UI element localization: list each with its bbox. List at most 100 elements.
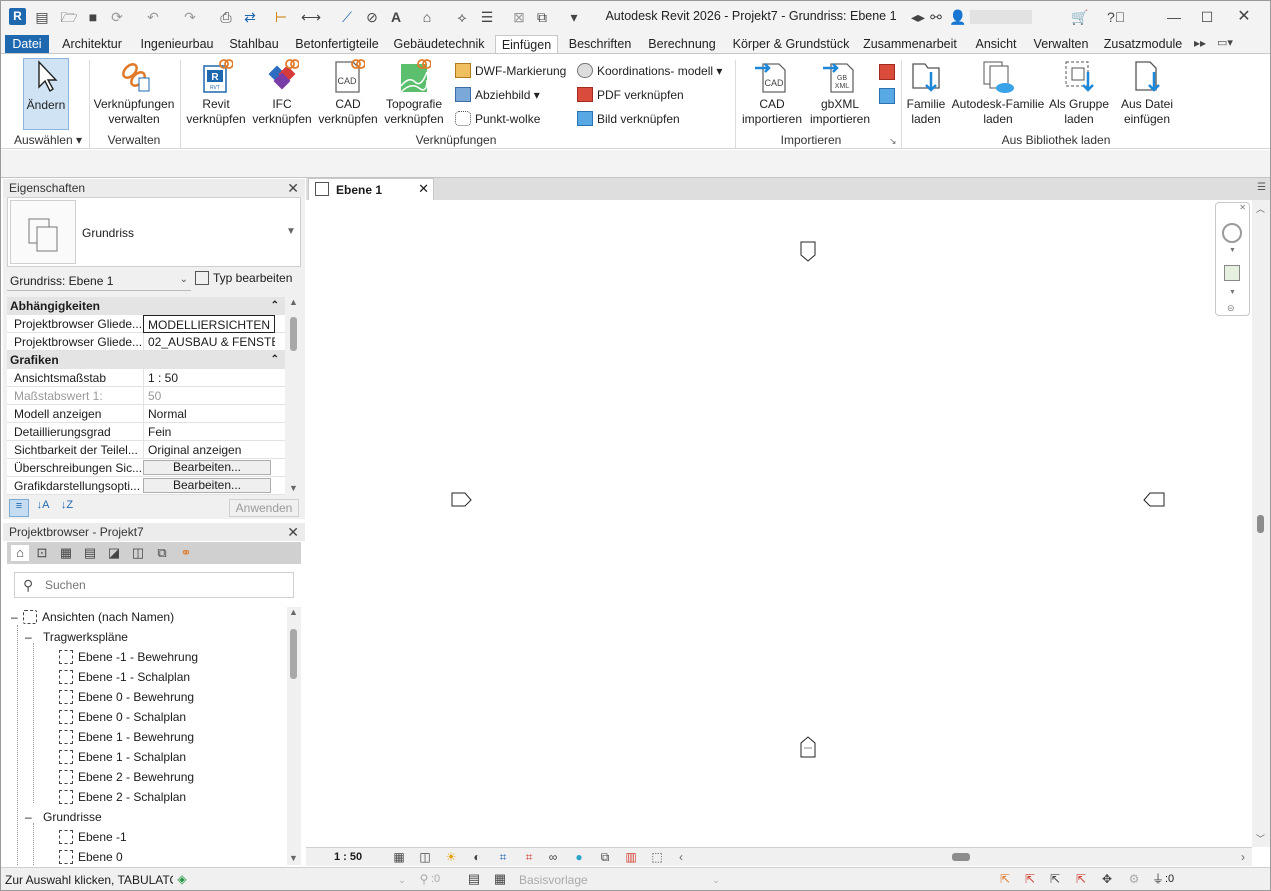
design-option-dropdown-icon[interactable]: ⌄ <box>707 872 725 888</box>
tab-beschriften[interactable]: Beschriften <box>566 35 634 54</box>
switch-windows-icon[interactable]: ⧉ <box>533 9 551 25</box>
scroll-down-icon[interactable]: ▼ <box>289 853 298 863</box>
browser-links-icon[interactable]: ⚭ <box>177 545 195 561</box>
scroll-up-icon[interactable]: ▲ <box>289 607 298 617</box>
tree-item[interactable]: Ebene 1 - Bewehrung <box>59 729 194 745</box>
measure-icon[interactable]: ⊢ <box>272 9 290 25</box>
tab-berechnung[interactable]: Berechnung <box>645 35 719 54</box>
transfer-icon[interactable]: ⇄ <box>241 9 259 25</box>
property-value[interactable]: MODELLIERSICHTEN <box>143 315 275 333</box>
tab-architektur[interactable]: Architektur <box>58 35 126 54</box>
import-gbxml-button[interactable]: GB XML gbXML importieren <box>807 58 873 127</box>
property-value[interactable]: Normal <box>143 405 275 423</box>
property-row[interactable]: Modell anzeigen Normal <box>7 405 285 423</box>
tab-gebaeudetechnik[interactable]: Gebäudetechnik <box>393 35 485 54</box>
property-row[interactable]: Detaillierungsgrad Fein <box>7 423 285 441</box>
edit-overrides-button[interactable]: Bearbeiten... <box>143 460 271 475</box>
view-tab-close-icon[interactable]: ✕ <box>418 181 429 197</box>
dropdown-arrow-icon[interactable]: ▼ <box>1229 247 1236 254</box>
modify-button[interactable]: Ändern <box>23 58 69 130</box>
drawing-canvas[interactable]: ✕ ▼ ▼ ⊝ <box>306 200 1252 847</box>
tree-item[interactable]: Ebene 2 - Bewehrung <box>59 769 194 785</box>
scroll-thumb[interactable] <box>1257 515 1264 533</box>
load-as-group-button[interactable]: Als Gruppe laden <box>1047 58 1111 127</box>
browser-families-icon[interactable]: ◫ <box>129 545 147 561</box>
property-row[interactable]: Projektbrowser Gliede... MODELLIERSICHTEN <box>7 315 285 333</box>
canvas-vertical-scrollbar[interactable]: ︿ ﹀ <box>1252 200 1270 847</box>
analytical-model-icon[interactable]: ⬚ <box>648 849 666 865</box>
import-image-icon[interactable] <box>879 88 895 104</box>
browser-legends-icon[interactable]: ▦ <box>57 545 75 561</box>
spot-icon[interactable]: ⊘ <box>363 9 381 25</box>
browser-search-box[interactable]: ⚲ <box>14 572 294 598</box>
collapse-icon[interactable]: ⌃ <box>271 297 279 315</box>
tree-item[interactable]: Ebene 2 - Schalplan <box>59 789 186 805</box>
tab-zusammenarbeit[interactable]: Zusammenarbeit <box>861 35 959 54</box>
section-graphics[interactable]: Grafiken ⌃ <box>7 351 285 369</box>
tree-item[interactable]: Ebene -1 - Bewehrung <box>59 649 198 665</box>
steering-wheel-icon[interactable] <box>1222 223 1242 243</box>
select-underlay-icon[interactable]: ⇱ <box>1021 871 1039 887</box>
tree-item[interactable]: Ebene 0 - Schalplan <box>59 709 186 725</box>
dwf-markup-button[interactable]: DWF-Markierung <box>455 63 566 79</box>
type-dropdown-icon[interactable]: ▼ <box>286 226 296 237</box>
link-revit-button[interactable]: R RVT Revit verknüpfen <box>185 58 247 127</box>
temp-hide-icon[interactable]: ∞ <box>544 849 562 865</box>
load-autodesk-family-button[interactable]: Autodesk-Familie laden <box>949 58 1047 127</box>
home-revit-icon[interactable]: ▤ <box>33 9 51 25</box>
browser-views-icon[interactable]: ⊡ <box>33 545 51 561</box>
collapse-minus-icon[interactable]: – <box>25 809 43 825</box>
view-tab-ebene-1[interactable]: Ebene 1 ✕ <box>308 178 434 200</box>
link-ifc-button[interactable]: IFC verknüpfen <box>250 58 314 127</box>
sort-ascending-icon[interactable]: ↓A <box>33 499 53 517</box>
dimension-icon[interactable]: ⟷ <box>301 9 321 25</box>
property-value[interactable]: 1 : 50 <box>143 369 275 387</box>
view-tabs-menu-icon[interactable]: ☰ <box>1257 182 1266 193</box>
more-tabs-icon[interactable]: ▸▸ <box>1191 35 1209 51</box>
model-icon[interactable]: ▦ <box>491 871 509 887</box>
instance-filter[interactable]: Grundriss: Ebene 1 ⌄ <box>7 271 191 291</box>
redo-icon[interactable]: ↷ <box>181 9 199 25</box>
browser-sheets-icon[interactable]: ◪ <box>105 545 123 561</box>
property-value[interactable]: 02_AUSBAU & FENSTE... <box>143 333 275 351</box>
view-scale[interactable]: 1 : 50 <box>334 851 362 863</box>
tree-item[interactable]: Ebene 1 - Schalplan <box>59 749 186 765</box>
browser-close-icon[interactable]: ✕ <box>287 523 299 541</box>
link-cad-button[interactable]: CAD CAD verknüpfen <box>316 58 380 127</box>
elevation-marker-west[interactable] <box>451 492 472 507</box>
section-constraints[interactable]: Abhängigkeiten ⌃ <box>7 297 285 315</box>
browser-home-icon[interactable]: ⌂ <box>11 545 29 561</box>
shadows-icon[interactable]: ◐ <box>468 849 486 865</box>
select-group-label[interactable]: Auswählen ▾ <box>9 133 87 147</box>
manage-links-button[interactable]: Verknüpfungen verwalten <box>91 58 177 127</box>
edit-type-button[interactable]: Typ bearbeiten <box>195 271 299 291</box>
browser-scrollbar[interactable]: ▲ ▼ <box>287 607 301 865</box>
tab-einfuegen[interactable]: Einfügen <box>495 35 558 55</box>
instance-dropdown-icon[interactable]: ⌄ <box>180 274 188 285</box>
scroll-down-icon[interactable]: ﹀ <box>1256 832 1265 845</box>
navbar-options-icon[interactable]: ⊝ <box>1227 303 1235 314</box>
apply-button[interactable]: Anwenden <box>229 499 299 517</box>
tag-icon[interactable]: ⟋ <box>338 9 356 25</box>
tab-ansicht[interactable]: Ansicht <box>969 35 1023 54</box>
cart-icon[interactable]: 🛒 <box>1071 9 1089 25</box>
elevation-marker-south[interactable] <box>800 736 816 758</box>
select-pinned-icon[interactable]: ⇱ <box>1046 871 1064 887</box>
tab-koerper-grundstueck[interactable]: Körper & Grundstück <box>729 35 853 54</box>
help-icon[interactable]: ?⃝ <box>1107 9 1125 25</box>
scroll-up-icon[interactable]: ▲ <box>289 297 298 307</box>
property-row[interactable]: Sichtbarkeit der Teilel... Original anzei… <box>7 441 285 459</box>
default-3d-icon[interactable]: ⌂ <box>418 9 436 25</box>
undo-icon[interactable]: ↶ <box>144 9 162 25</box>
tree-item[interactable]: Ebene -1 - Schalplan <box>59 669 190 685</box>
section-icon[interactable]: ⟡ <box>453 9 471 25</box>
property-value[interactable]: Original anzeigen <box>143 441 275 459</box>
load-family-button[interactable]: Familie laden <box>903 58 949 127</box>
collapse-icon[interactable]: ⌃ <box>271 351 279 369</box>
elevation-marker-east[interactable] <box>1143 492 1165 507</box>
tab-betonfertigteile[interactable]: Betonfertigteile <box>291 35 383 54</box>
temp-view-props-icon[interactable]: ⧉ <box>596 849 614 865</box>
property-value[interactable]: Fein <box>143 423 275 441</box>
print-icon[interactable]: ⎙ <box>217 9 235 25</box>
collapse-minus-icon[interactable]: – <box>11 609 23 625</box>
